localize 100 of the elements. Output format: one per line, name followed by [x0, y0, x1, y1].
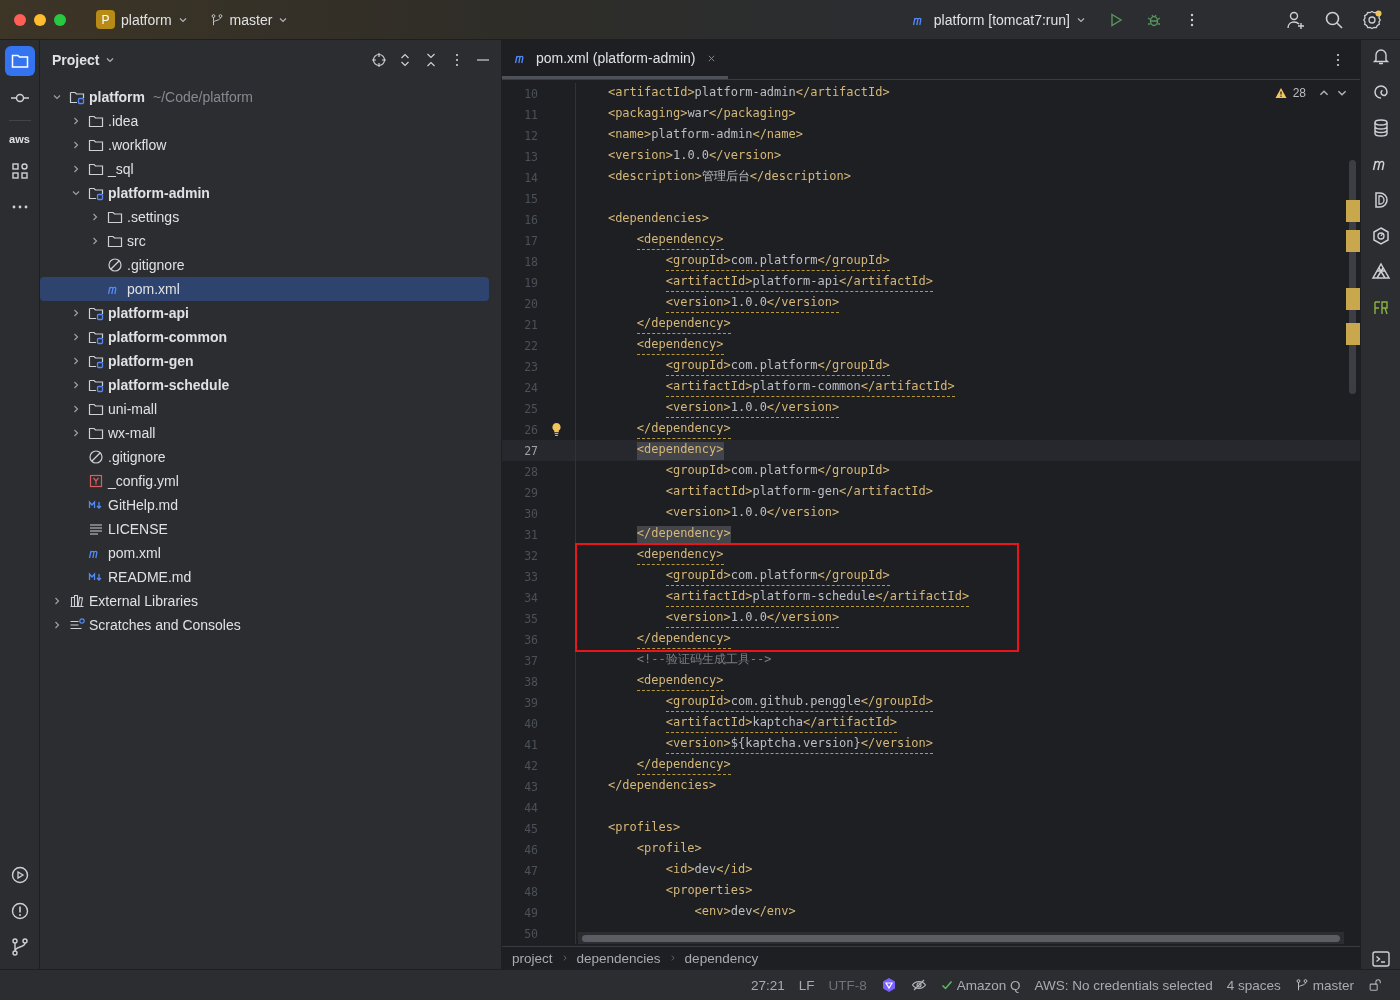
tree-item[interactable]: pom.xml [40, 277, 489, 301]
warning-icon[interactable] [1274, 87, 1287, 99]
chevron-right-icon[interactable] [71, 356, 81, 366]
chevron-right-icon[interactable] [71, 332, 81, 342]
tree-item[interactable]: Scratches and Consoles [40, 613, 489, 637]
breadcrumb[interactable]: dependencies [576, 950, 661, 966]
folder-icon [107, 209, 123, 225]
warning-marker[interactable] [1346, 230, 1360, 252]
code-line: <properties> [665, 882, 753, 899]
problems-icon[interactable] [9, 901, 30, 921]
chevron-right-icon[interactable] [71, 380, 81, 390]
chevron-down-icon[interactable] [71, 188, 81, 198]
tree-item[interactable]: .workflow [40, 133, 489, 157]
code-line: <version>1.0.0</version> [665, 294, 840, 313]
module-folder-icon [88, 329, 104, 345]
project-selector[interactable]: P platform [88, 6, 196, 33]
search-icon[interactable] [1324, 9, 1344, 30]
chevron-right-icon[interactable] [71, 164, 81, 174]
tree-item[interactable]: GitHelp.md [40, 493, 489, 517]
bell-icon[interactable] [1370, 46, 1391, 66]
minimize-window-button[interactable] [34, 13, 46, 26]
git-branch-status[interactable]: master [1294, 977, 1354, 993]
project-tool-button[interactable] [4, 46, 35, 76]
tree-item[interactable]: .gitignore [40, 445, 489, 469]
tree-item[interactable]: _sql [40, 157, 489, 181]
tree-item[interactable]: LICENSE [40, 517, 489, 541]
close-icon[interactable] [707, 53, 717, 63]
tree-item[interactable]: .settings [40, 205, 489, 229]
line-separator[interactable]: LF [798, 977, 815, 993]
amazon-q-status[interactable]: Amazon Q [940, 977, 1021, 993]
code-line: </dependency> [636, 420, 731, 439]
tree-item[interactable]: External Libraries [40, 589, 489, 613]
tree-item[interactable]: _config.yml [40, 469, 489, 493]
library-icon [69, 593, 85, 609]
chevron-right-icon[interactable] [71, 308, 81, 318]
structure-icon[interactable] [9, 161, 30, 181]
tree-item[interactable]: .idea [40, 109, 489, 133]
tree-item[interactable]: src [40, 229, 489, 253]
tree-item[interactable]: platform ~/Code/platform [40, 85, 489, 109]
code-line: <artifactId>kaptcha</artifactId> [665, 714, 897, 733]
settings-icon[interactable] [1362, 9, 1382, 30]
tree-item[interactable]: uni-mall [40, 397, 489, 421]
branch-selector[interactable]: master [201, 7, 297, 32]
tree-item[interactable]: platform-api [40, 301, 489, 325]
chevron-right-icon[interactable] [90, 236, 100, 246]
horizontal-scrollbar[interactable] [578, 932, 1344, 944]
aws-credentials-status[interactable]: AWS: No credentials selected [1034, 977, 1213, 993]
tree-item[interactable]: README.md [40, 565, 489, 589]
tree-item[interactable]: platform-common [40, 325, 489, 349]
code-line: <version>1.0.0</version> [665, 609, 840, 628]
code-line: </dependencies> [607, 777, 717, 794]
tree-item[interactable]: pom.xml [40, 541, 489, 565]
lightbulb-icon[interactable] [551, 422, 562, 437]
chevron-right-icon[interactable] [71, 428, 81, 438]
add-user-icon[interactable] [1286, 9, 1306, 30]
code-line: <version>1.0.0</version> [665, 399, 840, 418]
breadcrumb[interactable]: dependency [684, 950, 759, 966]
zoom-window-button[interactable] [54, 13, 66, 26]
close-window-button[interactable] [14, 13, 26, 26]
warning-marker[interactable] [1346, 288, 1360, 310]
code-line: </dependency> [636, 756, 731, 775]
triangle-knot-icon[interactable] [1370, 262, 1391, 282]
code-line: <artifactId>platform-admin</artifactId> [607, 84, 890, 101]
aws-tool-button[interactable]: aws [9, 133, 30, 145]
folder-icon [107, 233, 123, 249]
git-branch-icon[interactable] [9, 937, 30, 957]
star-knot-icon[interactable] [880, 977, 897, 993]
tree-item[interactable]: platform-schedule [40, 373, 489, 397]
chevron-right-icon[interactable] [52, 620, 62, 630]
chevron-down-icon[interactable] [52, 92, 62, 102]
caret-position[interactable]: 27:21 [751, 977, 785, 993]
breadcrumb[interactable]: project [512, 950, 553, 966]
warning-count[interactable]: 28 [1292, 86, 1306, 100]
warning-marker[interactable] [1346, 323, 1360, 345]
tree-item[interactable]: platform-gen [40, 349, 489, 373]
chevron-right-icon[interactable] [71, 116, 81, 126]
chevron-right-icon[interactable] [52, 596, 62, 606]
indent-setting[interactable]: 4 spaces [1226, 977, 1281, 993]
hexagon-gauge-icon[interactable] [1370, 226, 1391, 246]
tree-item[interactable]: platform-admin [40, 181, 489, 205]
project-view-selector[interactable]: Project [52, 52, 116, 68]
locate-icon[interactable] [371, 52, 387, 68]
tree-item[interactable]: .gitignore [40, 253, 489, 277]
module-folder-icon [69, 89, 85, 105]
lock-icon[interactable] [1368, 978, 1382, 992]
chevron-right-icon[interactable] [71, 140, 81, 150]
run-icon[interactable] [1108, 11, 1124, 28]
code-line: <groupId>com.github.penggle</groupId> [665, 693, 934, 712]
run-configuration-selector[interactable]: platform [tomcat7:run] [903, 7, 1094, 32]
code-line: <version>1.0.0</version> [665, 504, 840, 521]
tree-item[interactable]: wx-mall [40, 421, 489, 445]
terminal-icon[interactable] [1370, 949, 1391, 969]
services-icon[interactable] [9, 865, 30, 885]
folder-icon [88, 137, 104, 153]
code-line: <groupId>com.platform</groupId> [665, 462, 890, 479]
chevron-right-icon[interactable] [71, 404, 81, 414]
warning-marker[interactable] [1346, 200, 1360, 222]
editor-tab[interactable]: pom.xml (platform-admin) [502, 40, 729, 79]
eye-crossed-icon[interactable] [910, 977, 927, 993]
chevron-right-icon[interactable] [90, 212, 100, 222]
